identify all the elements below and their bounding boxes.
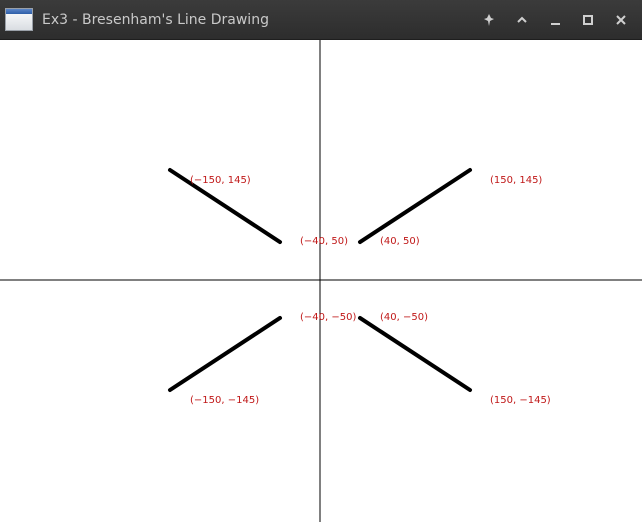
label-m40-50: (−40, 50) <box>300 236 348 247</box>
pin-icon-glyph <box>484 14 494 26</box>
maximize-glyph <box>583 15 593 25</box>
label-150-m145: (150, −145) <box>490 395 551 406</box>
app-window: Ex3 - Bresenham's Line Drawing (−150, 14… <box>0 0 642 522</box>
line-bottom-right <box>358 315 472 392</box>
close-icon[interactable] <box>610 10 632 30</box>
minimize-icon[interactable] <box>544 10 566 30</box>
minimize-glyph <box>551 23 560 25</box>
axes <box>0 40 642 522</box>
line-top-right <box>358 168 472 245</box>
label-150-145: (150, 145) <box>490 175 542 186</box>
label-m40-m50: (−40, −50) <box>300 312 356 323</box>
label-m150-m145: (−150, −145) <box>190 395 259 406</box>
window-app-icon[interactable] <box>5 8 33 31</box>
line-bottom-left <box>168 315 282 392</box>
chevron-up-icon[interactable] <box>511 10 533 30</box>
title-bar[interactable]: Ex3 - Bresenham's Line Drawing <box>0 0 642 40</box>
app-icon-bar <box>6 9 32 14</box>
label-40-50: (40, 50) <box>380 236 420 247</box>
close-glyph <box>616 15 626 25</box>
point-labels: (−150, 145) (150, 145) (−40, 50) (40, 50) (−… <box>190 175 551 406</box>
label-m150-145: (−150, 145) <box>190 175 251 186</box>
label-40-m50: (40, −50) <box>380 312 428 323</box>
drawing-svg: (−150, 145) (150, 145) (−40, 50) (40, 50) (−… <box>0 40 642 522</box>
pin-icon[interactable] <box>478 10 500 30</box>
maximize-icon[interactable] <box>577 10 599 30</box>
window-title: Ex3 - Bresenham's Line Drawing <box>42 12 269 28</box>
chevron-up-glyph <box>517 16 527 23</box>
drawing-canvas[interactable]: (−150, 145) (150, 145) (−40, 50) (40, 50) (−… <box>0 40 642 522</box>
